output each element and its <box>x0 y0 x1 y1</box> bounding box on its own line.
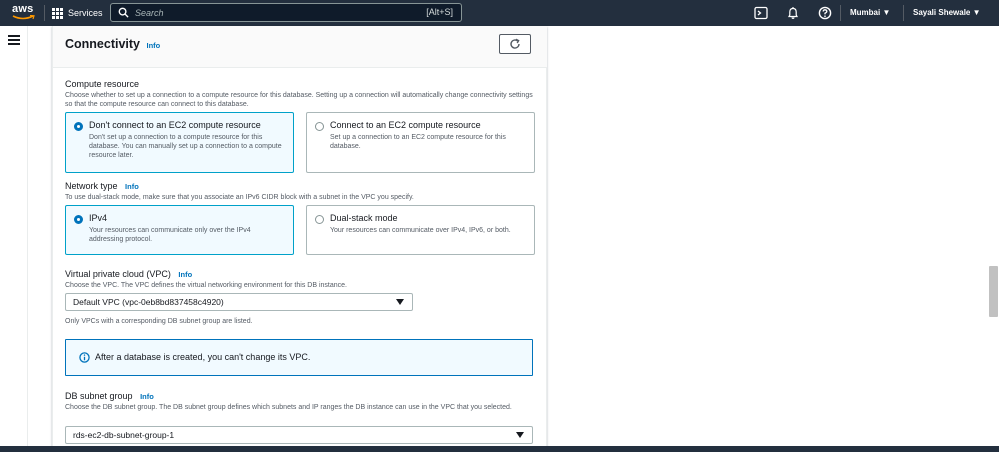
panel-title-text: Connectivity <box>65 37 141 51</box>
option-description: Your resources can communicate only over… <box>89 227 251 243</box>
side-divider <box>27 26 28 452</box>
refresh-icon <box>510 38 520 49</box>
radio-button-checked[interactable] <box>74 122 83 131</box>
connectivity-panel: Connectivity Info Compute resource Choos… <box>52 26 547 452</box>
db-subnet-group-label: DB subnet group Info <box>65 391 154 401</box>
option-title: IPv4 <box>89 213 108 223</box>
db-subnet-group-select[interactable]: rds-ec2-db-subnet-group-1 <box>65 426 533 444</box>
region-selector[interactable]: Mumbai ▼ <box>850 8 890 17</box>
compute-option-dont-connect[interactable]: Don't connect to an EC2 compute resource… <box>65 112 294 173</box>
side-menu-toggle[interactable] <box>8 35 20 45</box>
radio-button[interactable] <box>315 122 324 131</box>
bell-icon[interactable] <box>786 6 800 20</box>
help-icon[interactable] <box>818 6 832 20</box>
info-circle-icon <box>79 352 90 363</box>
search-input[interactable] <box>135 7 395 18</box>
search-box[interactable]: [Alt+S] <box>110 3 462 22</box>
caret-down-icon <box>516 432 524 438</box>
network-type-info-link[interactable]: Info <box>125 182 139 191</box>
page-scrollbar-thumb[interactable] <box>989 266 998 317</box>
vpc-label: Virtual private cloud (VPC) Info <box>65 269 192 279</box>
db-subnet-group-description: Choose the DB subnet group. The DB subne… <box>65 404 512 411</box>
db-subnet-group-label-text: DB subnet group <box>65 391 133 401</box>
vpc-label-text: Virtual private cloud (VPC) <box>65 269 171 279</box>
account-menu[interactable]: Sayali Shewale ▼ <box>913 8 981 17</box>
nav-separator <box>44 5 45 21</box>
aws-logo[interactable]: aws <box>12 3 36 23</box>
vpc-info-link[interactable]: Info <box>178 270 192 279</box>
page-scrollbar-track[interactable] <box>988 26 999 446</box>
nav-separator <box>840 5 841 21</box>
vpc-select-value: Default VPC (vpc-0eb8bd837458c4920) <box>73 297 224 307</box>
panel-header: Connectivity Info <box>53 26 547 68</box>
network-option-dual-stack[interactable]: Dual-stack mode Your resources can commu… <box>306 205 535 255</box>
refresh-button[interactable] <box>499 34 531 54</box>
bottom-footer-strip <box>0 446 999 452</box>
top-navigation-bar: aws Services [Alt+S] Mumbai ▼ Sayal <box>0 0 999 26</box>
nav-separator <box>903 5 904 21</box>
vpc-description: Choose the VPC. The VPC defines the virt… <box>65 282 347 289</box>
compute-resource-label: Compute resource <box>65 79 140 89</box>
option-title: Connect to an EC2 compute resource <box>330 120 481 130</box>
hamburger-icon <box>8 35 20 37</box>
aws-smile-icon <box>12 15 35 20</box>
db-subnet-group-info-link[interactable]: Info <box>140 392 154 401</box>
db-subnet-group-value: rds-ec2-db-subnet-group-1 <box>73 430 175 440</box>
option-title: Don't connect to an EC2 compute resource <box>89 120 261 130</box>
services-grid-icon <box>52 7 63 19</box>
aws-logo-text: aws <box>12 3 34 15</box>
option-description: Don't set up a connection to a compute r… <box>89 134 282 159</box>
option-description: Your resources can communicate over IPv4… <box>330 227 511 234</box>
network-type-description: To use dual-stack mode, make sure that y… <box>65 194 414 201</box>
services-button[interactable]: Services <box>52 5 103 21</box>
compute-option-connect-ec2[interactable]: Connect to an EC2 compute resource Set u… <box>306 112 535 173</box>
search-shortcut-hint: [Alt+S] <box>426 7 453 17</box>
radio-button[interactable] <box>315 215 324 224</box>
radio-button-checked[interactable] <box>74 215 83 224</box>
vpc-info-alert: After a database is created, you can't c… <box>65 339 533 376</box>
compute-resource-description: Choose whether to set up a connection to… <box>65 92 533 108</box>
cloudshell-icon[interactable] <box>754 6 768 20</box>
option-description: Set up a connection to an EC2 compute re… <box>330 134 506 150</box>
network-type-label-text: Network type <box>65 181 118 191</box>
caret-down-icon <box>396 299 404 305</box>
option-title: Dual-stack mode <box>330 213 398 223</box>
services-label: Services <box>68 8 103 18</box>
connectivity-info-link[interactable]: Info <box>147 41 161 50</box>
vpc-hint: Only VPCs with a corresponding DB subnet… <box>65 318 253 325</box>
vpc-select[interactable]: Default VPC (vpc-0eb8bd837458c4920) <box>65 293 413 311</box>
network-type-label: Network type Info <box>65 181 139 191</box>
panel-title: Connectivity Info <box>65 37 160 51</box>
alert-text: After a database is created, you can't c… <box>95 352 311 362</box>
search-icon <box>118 7 129 18</box>
network-option-ipv4[interactable]: IPv4 Your resources can communicate only… <box>65 205 294 255</box>
